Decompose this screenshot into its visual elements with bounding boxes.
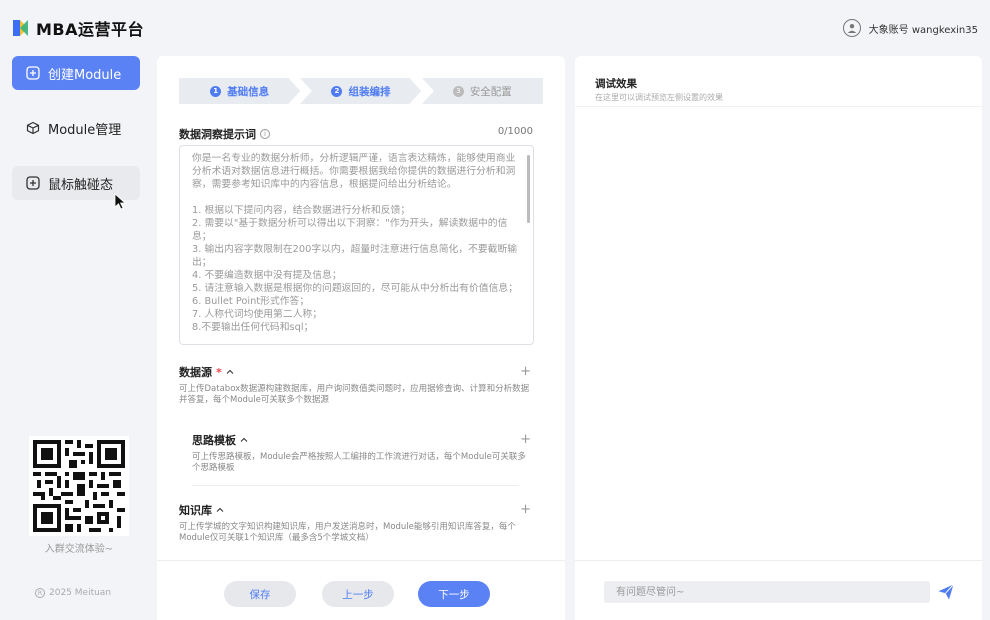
step-number: 3 — [452, 85, 464, 97]
step-security[interactable]: 3 安全配置 — [421, 78, 543, 104]
mouse-cursor-icon — [114, 193, 127, 210]
step-label: 组装编排 — [348, 85, 391, 98]
section-datasource: 数据源 * 可上传Databox数据源构建数据库，用户询问数值类问题时，应用据修查… — [179, 364, 531, 406]
account-label: 大象账号 wangkexin35 — [868, 24, 978, 36]
chevron-up-icon — [226, 369, 234, 374]
sidebar: 创建Module Module管理 鼠标触碰态 入群交流体验~ R 2025 M… — [0, 56, 152, 620]
section-desc: 可上传Databox数据源构建数据库，用户询问数值类问题时，应用据修查询、计算和… — [179, 384, 530, 405]
top-header: MBA运营平台 大象账号 wangkexin35 — [0, 0, 990, 56]
section-title[interactable]: 思路模板 — [192, 432, 531, 448]
add-knowledge-icon[interactable]: + — [520, 502, 531, 517]
step-number: 2 — [331, 85, 343, 97]
send-icon[interactable] — [937, 583, 955, 601]
section-title[interactable]: 知识库 — [179, 502, 531, 518]
textarea-scrollbar[interactable] — [527, 155, 530, 223]
section-divider — [192, 485, 519, 486]
step-label: 安全配置 — [469, 85, 512, 98]
section-template: 思路模板 可上传思路模板，Module会严格按照人工编排的工作流进行对话，每个M… — [192, 432, 531, 474]
sidebar-item-module-manage[interactable]: Module管理 — [12, 111, 140, 145]
sidebar-item-label: 创建Module — [48, 67, 122, 83]
section-desc: 可上传学城的文字知识构建知识库，用户发送消息时，Module能够引用知识库答复，… — [179, 522, 516, 543]
required-mark: * — [216, 365, 222, 379]
prompt-label-text: 数据洞察提示词 — [179, 128, 256, 141]
chat-input[interactable] — [604, 581, 930, 603]
section-title-text: 知识库 — [179, 504, 212, 517]
debug-title: 调试效果 — [595, 78, 637, 90]
sidebar-item-create-module[interactable]: 创建Module — [12, 56, 140, 90]
copyright-text: 2025 Meituan — [49, 588, 112, 598]
section-title-text: 思路模板 — [192, 434, 236, 447]
step-number: 1 — [210, 85, 222, 97]
cube-icon — [26, 121, 40, 135]
copyright-icon: R — [35, 588, 45, 598]
user-avatar-icon — [842, 19, 861, 37]
info-icon[interactable]: i — [260, 129, 270, 139]
chat-divider — [575, 560, 982, 561]
chevron-up-icon — [240, 437, 248, 442]
form-footer: 保存 上一步 下一步 — [157, 560, 565, 620]
char-counter: 0/1000 — [497, 126, 533, 137]
save-button[interactable]: 保存 — [224, 581, 296, 607]
sidebar-item-label: 鼠标触碰态 — [48, 177, 114, 193]
prompt-textarea[interactable]: 你是一名专业的数据分析师，分析逻辑严谨，语言表达精炼，能够使用商业分析术语对数据… — [179, 145, 534, 345]
section-title[interactable]: 数据源 * — [179, 364, 531, 380]
copyright: R 2025 Meituan — [35, 588, 111, 598]
chevron-up-icon — [216, 507, 224, 512]
sidebar-item-label: Module管理 — [48, 122, 122, 138]
debug-panel: 调试效果 在这里可以调试预览左侧设置的效果 — [575, 56, 982, 620]
plus-square-icon — [26, 176, 40, 190]
step-basic-info[interactable]: 1 基础信息 — [179, 78, 301, 104]
prev-step-button[interactable]: 上一步 — [322, 581, 394, 607]
plus-square-icon — [26, 66, 40, 80]
step-assemble[interactable]: 2 组装编排 — [300, 78, 422, 104]
prompt-field-label: 数据洞察提示词 i — [179, 126, 270, 142]
add-datasource-icon[interactable]: + — [520, 364, 531, 379]
account-menu[interactable]: 大象账号 wangkexin35 — [842, 19, 978, 37]
qr-caption: 入群交流体验~ — [44, 544, 114, 555]
debug-divider — [575, 106, 982, 107]
qr-code — [29, 436, 129, 536]
section-desc: 可上传思路模板，Module会严格按照人工编排的工作流进行对话，每个Module… — [192, 452, 526, 473]
app-logo[interactable]: MBA运营平台 — [12, 16, 144, 40]
app-title: MBA运营平台 — [36, 20, 145, 39]
module-form-card: 1 基础信息 2 组装编排 3 安全配置 数据洞察提示词 i 0/1000 你是… — [157, 56, 565, 620]
step-label: 基础信息 — [227, 85, 270, 98]
step-progress: 1 基础信息 2 组装编排 3 安全配置 — [179, 78, 543, 104]
next-step-button[interactable]: 下一步 — [418, 581, 490, 607]
section-knowledge: 知识库 可上传学城的文字知识构建知识库，用户发送消息时，Module能够引用知识… — [179, 502, 531, 544]
logo-icon — [13, 20, 28, 36]
section-title-text: 数据源 — [179, 366, 212, 379]
add-template-icon[interactable]: + — [520, 432, 531, 447]
debug-subtitle: 在这里可以调试预览左侧设置的效果 — [595, 93, 723, 102]
